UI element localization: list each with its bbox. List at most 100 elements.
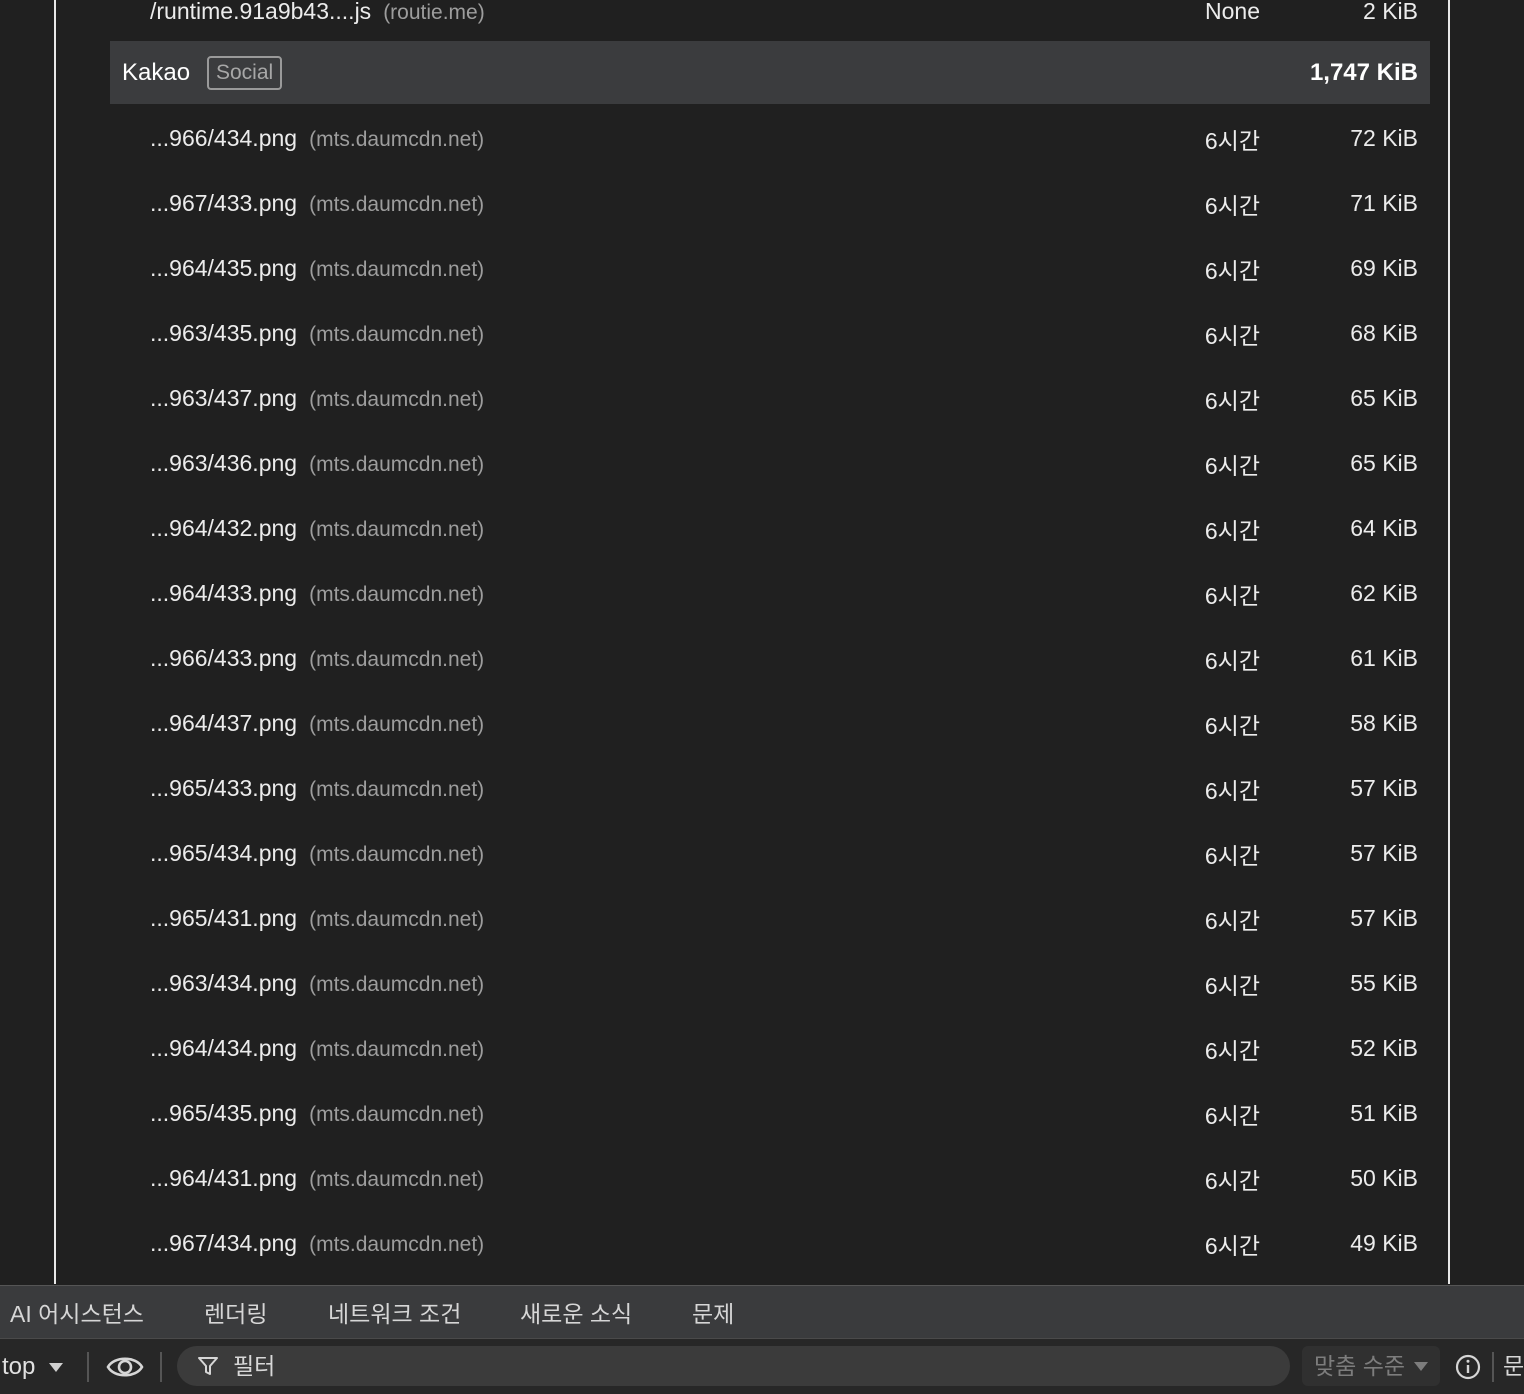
- resource-url[interactable]: ...967/433.png (mts.daumcdn.net): [150, 190, 484, 217]
- table-row: ...964/432.png (mts.daumcdn.net) 6시간 64 KiB: [110, 496, 1430, 561]
- table-row: ...965/435.png (mts.daumcdn.net) 6시간 51 KiB: [110, 1081, 1430, 1146]
- resource-name: ...964/434.png: [150, 1035, 298, 1061]
- resource-domain: (mts.daumcdn.net): [309, 973, 485, 996]
- resource-domain: (mts.daumcdn.net): [309, 1233, 485, 1256]
- resource-domain: (mts.daumcdn.net): [309, 583, 485, 606]
- transfer-size: 69 KiB: [1350, 255, 1418, 281]
- cache-ttl: 6시간: [1204, 842, 1260, 869]
- info-icon[interactable]: [1455, 1354, 1481, 1380]
- resource-domain: (mts.daumcdn.net): [309, 1168, 485, 1191]
- resource-url[interactable]: ...963/435.png (mts.daumcdn.net): [150, 320, 484, 347]
- resource-url[interactable]: ...963/436.png (mts.daumcdn.net): [150, 450, 484, 477]
- resource-name: ...963/437.png: [150, 385, 298, 411]
- transfer-size: 57 KiB: [1350, 840, 1418, 866]
- tab-ai-assistance[interactable]: AI 어시스턴스: [10, 1286, 144, 1340]
- context-selector[interactable]: top: [2, 1339, 35, 1394]
- table-row: ...964/434.png (mts.daumcdn.net) 6시간 52 KiB: [110, 1016, 1430, 1081]
- table-row: ...964/437.png (mts.daumcdn.net) 6시간 58 KiB: [110, 691, 1430, 756]
- table-row: ...964/431.png (mts.daumcdn.net) 6시간 50 KiB: [110, 1146, 1430, 1211]
- resource-url[interactable]: ...966/433.png (mts.daumcdn.net): [150, 645, 484, 672]
- tab-network-conditions[interactable]: 네트워크 조건: [328, 1286, 461, 1340]
- filter-input[interactable]: [233, 1346, 1273, 1386]
- chevron-down-icon: [49, 1363, 63, 1372]
- resource-domain: (mts.daumcdn.net): [309, 713, 485, 736]
- resource-name: ...965/431.png: [150, 905, 298, 931]
- cache-ttl: None: [1205, 0, 1260, 24]
- cache-ttl: 6시간: [1204, 1232, 1260, 1259]
- table-row: ...967/434.png (mts.daumcdn.net) 6시간 49 KiB: [110, 1211, 1430, 1276]
- devtools-page: /runtime.91a9b43....js (routie.me) None 2…: [0, 0, 1524, 1394]
- cache-ttl: 6시간: [1204, 1037, 1260, 1064]
- table-row: ...964/433.png (mts.daumcdn.net) 6시간 62 KiB: [110, 561, 1430, 626]
- transfer-size: 57 KiB: [1350, 905, 1418, 931]
- transfer-size: 65 KiB: [1350, 385, 1418, 411]
- table-row: ...965/433.png (mts.daumcdn.net) 6시간 57 KiB: [110, 756, 1430, 821]
- resource-url[interactable]: ...964/437.png (mts.daumcdn.net): [150, 710, 484, 737]
- filter-icon: [198, 1357, 218, 1375]
- transfer-size: 57 KiB: [1350, 775, 1418, 801]
- resource-domain: (mts.daumcdn.net): [309, 258, 485, 281]
- resource-domain: (mts.daumcdn.net): [309, 453, 485, 476]
- table-row: ...964/435.png (mts.daumcdn.net) 6시간 69 KiB: [110, 236, 1430, 301]
- transfer-size: 65 KiB: [1350, 450, 1418, 476]
- resource-name: ...964/432.png: [150, 515, 298, 541]
- resource-name: ...964/435.png: [150, 255, 298, 281]
- cache-ttl: 6시간: [1204, 452, 1260, 479]
- resource-url[interactable]: ...963/437.png (mts.daumcdn.net): [150, 385, 484, 412]
- resource-url[interactable]: ...965/435.png (mts.daumcdn.net): [150, 1100, 484, 1127]
- resource-url[interactable]: ...967/434.png (mts.daumcdn.net): [150, 1230, 484, 1257]
- cache-ttl: 6시간: [1204, 972, 1260, 999]
- cache-ttl: 6시간: [1204, 127, 1260, 154]
- resource-name: ...963/434.png: [150, 970, 298, 996]
- resource-url[interactable]: /runtime.91a9b43....js (routie.me): [150, 0, 485, 25]
- resource-url[interactable]: ...964/432.png (mts.daumcdn.net): [150, 515, 484, 542]
- console-toolbar: top 맞춤 수준 문: [0, 1339, 1524, 1394]
- log-level-dropdown[interactable]: 맞춤 수준: [1302, 1346, 1440, 1386]
- resource-url[interactable]: ...965/431.png (mts.daumcdn.net): [150, 905, 484, 932]
- transfer-size: 51 KiB: [1350, 1100, 1418, 1126]
- resource-url[interactable]: ...963/434.png (mts.daumcdn.net): [150, 970, 484, 997]
- cache-ttl: 6시간: [1204, 387, 1260, 414]
- transfer-size: 55 KiB: [1350, 970, 1418, 996]
- cache-ttl: 6시간: [1204, 1102, 1260, 1129]
- cache-ttl: 6시간: [1204, 192, 1260, 219]
- table-row: ...963/437.png (mts.daumcdn.net) 6시간 65 KiB: [110, 366, 1430, 431]
- resource-domain: (mts.daumcdn.net): [309, 193, 485, 216]
- resource-url[interactable]: ...964/433.png (mts.daumcdn.net): [150, 580, 484, 607]
- transfer-size: 64 KiB: [1350, 515, 1418, 541]
- tab-rendering[interactable]: 렌더링: [204, 1286, 267, 1340]
- resource-url[interactable]: ...964/431.png (mts.daumcdn.net): [150, 1165, 484, 1192]
- resource-domain: (mts.daumcdn.net): [309, 128, 485, 151]
- resource-domain: (mts.daumcdn.net): [309, 388, 485, 411]
- resource-domain: (mts.daumcdn.net): [309, 323, 485, 346]
- filter-field[interactable]: [177, 1346, 1290, 1386]
- cache-ttl: 6시간: [1204, 712, 1260, 739]
- resource-name: ...964/433.png: [150, 580, 298, 606]
- cache-ttl: 6시간: [1204, 777, 1260, 804]
- table-row: ...966/433.png (mts.daumcdn.net) 6시간 61 KiB: [110, 626, 1430, 691]
- tab-whats-new[interactable]: 새로운 소식: [520, 1286, 632, 1340]
- toolbar-divider: [1492, 1352, 1494, 1382]
- resource-url[interactable]: ...964/434.png (mts.daumcdn.net): [150, 1035, 484, 1062]
- tab-issues[interactable]: 문제: [692, 1286, 734, 1340]
- transfer-size: 52 KiB: [1350, 1035, 1418, 1061]
- resource-name: ...967/433.png: [150, 190, 298, 216]
- resource-url[interactable]: ...965/433.png (mts.daumcdn.net): [150, 775, 484, 802]
- transfer-size: 49 KiB: [1350, 1230, 1418, 1256]
- chevron-down-icon: [1414, 1362, 1428, 1371]
- resource-name: ...964/437.png: [150, 710, 298, 736]
- log-level-label: 맞춤 수준: [1314, 1353, 1406, 1379]
- entity-group-row[interactable]: Kakao Social 1,747 KiB: [110, 41, 1430, 104]
- resource-url[interactable]: ...965/434.png (mts.daumcdn.net): [150, 840, 484, 867]
- eye-icon[interactable]: [106, 1353, 144, 1381]
- issues-counter[interactable]: 문: [1503, 1339, 1524, 1394]
- transfer-size: 72 KiB: [1350, 125, 1418, 151]
- table-row: ...963/436.png (mts.daumcdn.net) 6시간 65 KiB: [110, 431, 1430, 496]
- resource-url[interactable]: ...966/434.png (mts.daumcdn.net): [150, 125, 484, 152]
- context-label: top: [2, 1353, 36, 1380]
- resource-domain: (mts.daumcdn.net): [309, 518, 485, 541]
- resource-url[interactable]: ...964/435.png (mts.daumcdn.net): [150, 255, 484, 282]
- resource-name: ...966/434.png: [150, 125, 298, 151]
- cache-ttl: 6시간: [1204, 517, 1260, 544]
- transfer-size: 62 KiB: [1350, 580, 1418, 606]
